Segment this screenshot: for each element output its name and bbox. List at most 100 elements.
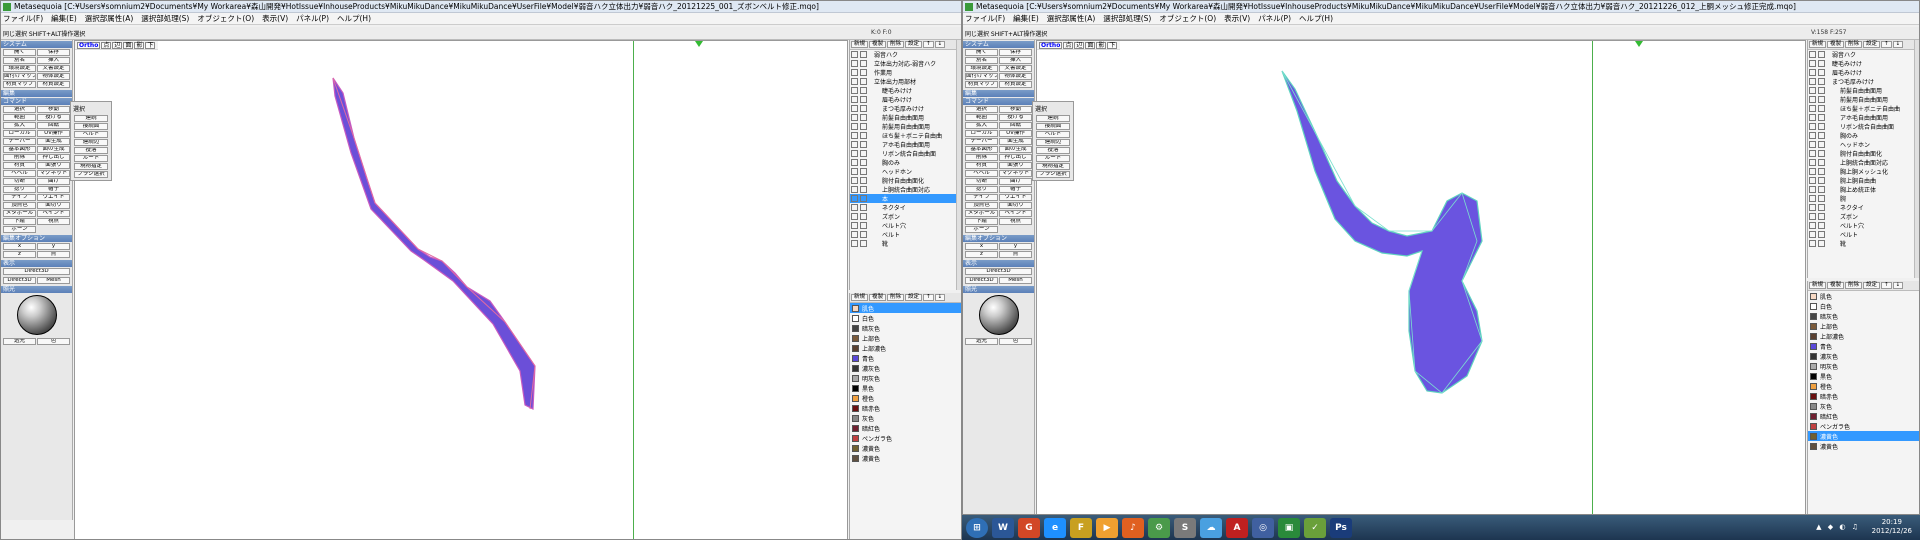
panel-tab-button[interactable]: 削除 <box>1845 41 1863 48</box>
lock-checkbox[interactable] <box>1818 105 1825 112</box>
command-button[interactable]: ナイフ <box>965 194 998 201</box>
lock-checkbox[interactable] <box>860 132 867 139</box>
panel-tab-button[interactable]: 新規 <box>851 294 869 301</box>
command-button[interactable]: 面の生成 <box>999 146 1032 153</box>
object-row[interactable]: 胸上胴メッシュ化 <box>1808 167 1919 176</box>
taskbar-app-icon[interactable]: ✓ <box>1304 517 1326 538</box>
command-button[interactable]: メタボール <box>3 210 36 217</box>
system-button[interactable]: 挿入 <box>37 57 70 64</box>
lock-checkbox[interactable] <box>1818 114 1825 121</box>
visibility-checkbox[interactable] <box>1809 222 1816 229</box>
object-row[interactable]: ズボン <box>1808 212 1919 221</box>
option-button[interactable]: 点 <box>999 251 1032 258</box>
command-button[interactable]: UV操作 <box>37 130 70 137</box>
command-button[interactable]: 範囲 <box>3 114 36 121</box>
light-sphere[interactable] <box>16 295 57 335</box>
selection-option-button[interactable]: 接続面 <box>1036 123 1070 130</box>
command-button[interactable]: 移動 <box>37 106 70 113</box>
visibility-checkbox[interactable] <box>851 132 858 139</box>
object-row[interactable]: アホ毛自由曲面用 <box>1808 113 1919 122</box>
taskbar-app-icon[interactable]: e <box>1044 517 1066 538</box>
selection-option-button[interactable]: 連続辺 <box>74 139 108 146</box>
command-button[interactable]: 回転 <box>999 122 1032 129</box>
selection-option-button[interactable]: 現物指定 <box>1036 163 1070 170</box>
command-button[interactable]: UV操作 <box>999 130 1032 137</box>
visibility-checkbox[interactable] <box>1809 150 1816 157</box>
lock-checkbox[interactable] <box>1818 231 1825 238</box>
material-row[interactable]: 黒色 <box>850 383 961 393</box>
visibility-checkbox[interactable] <box>1809 105 1816 112</box>
selection-option-button[interactable]: 現物指定 <box>74 163 108 170</box>
object-row[interactable]: ヘッドホン <box>850 167 961 176</box>
lock-checkbox[interactable] <box>1818 78 1825 85</box>
view-gizmo[interactable] <box>695 41 703 47</box>
object-row[interactable]: リボン統合自由曲面 <box>850 149 961 158</box>
lock-checkbox[interactable] <box>860 51 867 58</box>
system-button[interactable]: 文書設定 <box>37 65 70 72</box>
command-button[interactable]: 移動 <box>999 106 1032 113</box>
selection-option-button[interactable]: 連続 <box>1036 115 1070 122</box>
lock-checkbox[interactable] <box>1818 159 1825 166</box>
lock-checkbox[interactable] <box>860 141 867 148</box>
command-button[interactable]: 押し出し <box>999 154 1032 161</box>
command-button[interactable]: メタボール <box>965 210 998 217</box>
selection-option-button[interactable]: ベルト <box>1036 131 1070 138</box>
lock-checkbox[interactable] <box>860 204 867 211</box>
command-button[interactable]: 押し出し <box>37 154 70 161</box>
taskbar-app-icon[interactable]: ⚙ <box>1148 517 1170 538</box>
lock-checkbox[interactable] <box>1818 195 1825 202</box>
lock-checkbox[interactable] <box>860 213 867 220</box>
visibility-checkbox[interactable] <box>1809 186 1816 193</box>
panel-tab-button[interactable]: ↑ <box>1881 41 1892 48</box>
taskbar-app-icon[interactable]: W <box>992 517 1014 538</box>
object-row[interactable]: 上胴統合曲面対応 <box>850 185 961 194</box>
object-row[interactable]: ネクタイ <box>850 203 961 212</box>
visibility-checkbox[interactable] <box>851 177 858 184</box>
command-button[interactable]: 削除 <box>965 154 998 161</box>
command-button[interactable]: マグネット <box>999 170 1032 177</box>
panel-tab-button[interactable]: ↑ <box>923 294 934 301</box>
visibility-checkbox[interactable] <box>851 105 858 112</box>
material-row[interactable]: 肌色 <box>850 303 961 313</box>
visibility-checkbox[interactable] <box>851 141 858 148</box>
taskbar-app-icon[interactable]: ♪ <box>1122 517 1144 538</box>
object-row[interactable]: 立体出力用部材 <box>850 77 961 86</box>
direct3d-button[interactable]: Direct3D <box>965 268 1032 275</box>
material-row[interactable]: 橙色 <box>1808 381 1919 391</box>
visibility-checkbox[interactable] <box>851 78 858 85</box>
visibility-checkbox[interactable] <box>851 204 858 211</box>
object-row[interactable]: 弱音ハク <box>1808 50 1919 59</box>
command-button[interactable]: 材質 <box>3 162 36 169</box>
menu-item[interactable]: オブジェクト(O) <box>197 13 254 24</box>
selection-option-button[interactable]: 連続 <box>74 115 108 122</box>
panel-tab-button[interactable]: 設定 <box>905 294 923 301</box>
command-button[interactable]: 切断 <box>965 178 998 185</box>
visibility-checkbox[interactable] <box>851 231 858 238</box>
command-button[interactable]: ボーン <box>965 226 998 233</box>
object-row[interactable]: 前髪用自由曲面用 <box>850 122 961 131</box>
command-button[interactable]: 下絵 <box>3 218 36 225</box>
lock-checkbox[interactable] <box>1818 177 1825 184</box>
visibility-checkbox[interactable] <box>1809 132 1816 139</box>
command-button[interactable]: ローカル <box>3 130 36 137</box>
taskbar-app-icon[interactable]: Ps <box>1330 517 1352 538</box>
system-button[interactable]: 面付けマップ <box>3 73 36 80</box>
object-row[interactable]: アホ毛自由曲面用 <box>850 140 961 149</box>
3d-viewport[interactable]: Ortho 点 辺 面 影 下 選択 連続 接続面 ベルト 連続辺 投落 ルート 現物指定ブ… <box>70 40 848 539</box>
command-button[interactable]: ベベル <box>965 170 998 177</box>
menu-item[interactable]: オブジェクト(O) <box>1159 13 1216 24</box>
selection-option-button[interactable]: 連続辺 <box>1036 139 1070 146</box>
command-button[interactable]: 曲げ <box>999 178 1032 185</box>
selection-option-button[interactable]: ブラシ選択 <box>74 171 108 178</box>
command-button[interactable]: テーパー <box>965 138 998 145</box>
visibility-checkbox[interactable] <box>851 96 858 103</box>
command-button[interactable]: ナイフ <box>3 194 36 201</box>
material-row[interactable]: 明灰色 <box>1808 361 1919 371</box>
lock-checkbox[interactable] <box>860 87 867 94</box>
mesh-toggle[interactable]: Mesh <box>999 277 1032 284</box>
object-row[interactable]: 腕付自由曲面化 <box>1808 149 1919 158</box>
menu-item[interactable]: 編集(E) <box>51 13 77 24</box>
menu-item[interactable]: ファイル(F) <box>3 13 43 24</box>
command-button[interactable]: 曲げ <box>37 178 70 185</box>
menu-item[interactable]: 表示(V) <box>1224 13 1250 24</box>
